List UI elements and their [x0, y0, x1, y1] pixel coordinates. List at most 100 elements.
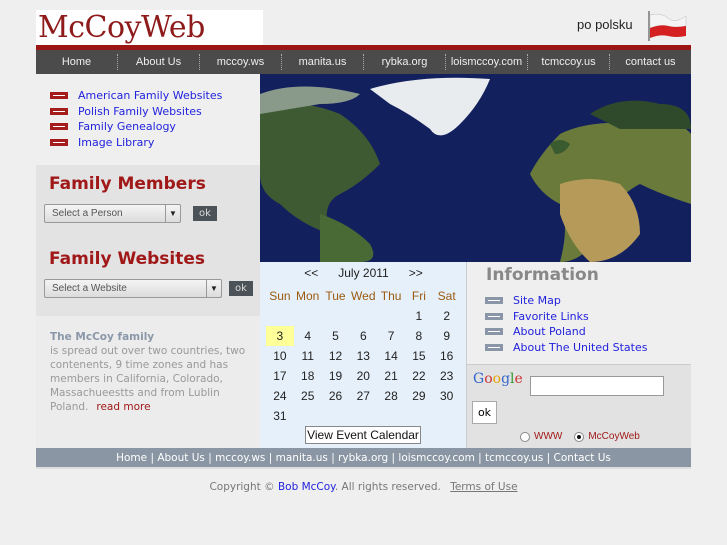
radio-label-www: WWW — [534, 431, 563, 442]
calendar-day[interactable]: 23 — [433, 366, 461, 386]
select-value: Select a Website — [52, 283, 127, 294]
calendar-day[interactable]: 12 — [322, 346, 350, 366]
nav-tcmccoy-us[interactable]: tcmccoy.us — [527, 54, 609, 70]
calendar-day[interactable]: 24 — [266, 386, 294, 406]
separator: | — [327, 452, 339, 464]
separator: | — [474, 452, 486, 464]
about-blurb: The McCoy family is spread out over two … — [36, 316, 260, 448]
footer-link[interactable]: tcmccoy.us — [485, 452, 543, 464]
link-label: Family Genealogy — [78, 120, 176, 134]
search-scope: WWW McCoyWeb — [520, 431, 640, 442]
calendar-header: << July 2011 >> — [260, 266, 467, 280]
weekday-header: Sun — [269, 289, 291, 303]
footer-link[interactable]: manita.us — [276, 452, 328, 464]
calendar-day[interactable]: 10 — [266, 346, 294, 366]
nav-contact-us[interactable]: contact us — [609, 54, 691, 70]
empty-cell — [377, 306, 405, 326]
next-month-button[interactable]: >> — [409, 266, 423, 280]
read-more-link[interactable]: read more — [96, 401, 150, 413]
nav-home[interactable]: Home — [36, 54, 117, 70]
link-polish-family[interactable]: Polish Family Websites — [50, 104, 260, 120]
radio-mccoyweb[interactable] — [574, 431, 585, 442]
terms-link[interactable]: Terms of Use — [450, 481, 517, 493]
link-label: About The United States — [513, 340, 648, 354]
calendar-day[interactable]: 22 — [405, 366, 433, 386]
separator: | — [147, 452, 158, 464]
calendar-day[interactable]: 28 — [377, 386, 405, 406]
link-favorite-links[interactable]: Favorite Links — [485, 309, 647, 325]
owner-link[interactable]: Bob McCoy — [278, 481, 335, 493]
calendar-day[interactable]: 30 — [433, 386, 461, 406]
person-ok-button[interactable]: ok — [193, 206, 217, 221]
footer-link[interactable]: Contact Us — [554, 452, 611, 464]
search-ok-button[interactable]: ok — [472, 401, 497, 424]
calendar-day[interactable]: 19 — [322, 366, 350, 386]
polish-flag-icon[interactable] — [646, 10, 688, 42]
weekday-header: Wed — [351, 289, 376, 303]
calendar-day[interactable]: 31 — [266, 406, 294, 426]
link-site-map[interactable]: Site Map — [485, 293, 647, 309]
link-label: Image Library — [78, 135, 155, 149]
link-american-family[interactable]: American Family Websites — [50, 88, 260, 104]
link-label: American Family Websites — [78, 89, 223, 103]
view-event-calendar-button[interactable]: View Event Calendar — [305, 426, 421, 444]
calendar-day[interactable]: 3 — [266, 326, 294, 346]
calendar-day[interactable]: 29 — [405, 386, 433, 406]
nav-about-us[interactable]: About Us — [117, 54, 199, 70]
link-label: Polish Family Websites — [78, 104, 202, 118]
weekday-header: Fri — [411, 289, 426, 303]
link-image-library[interactable]: Image Library — [50, 135, 260, 151]
radio-label-mccoyweb: McCoyWeb — [588, 431, 640, 442]
weekday-header: Thu — [380, 289, 402, 303]
footer-link[interactable]: rybka.org — [338, 452, 388, 464]
nav-manita-us[interactable]: manita.us — [281, 54, 363, 70]
quick-links: American Family Websites Polish Family W… — [36, 74, 260, 165]
calendar-day[interactable]: 27 — [349, 386, 377, 406]
calendar-day[interactable]: 2 — [433, 306, 461, 326]
calendar-day[interactable]: 13 — [349, 346, 377, 366]
calendar-day[interactable]: 14 — [377, 346, 405, 366]
calendar-day[interactable]: 6 — [349, 326, 377, 346]
radio-www[interactable] — [520, 431, 530, 442]
calendar-day[interactable]: 17 — [266, 366, 294, 386]
calendar-day[interactable]: 11 — [294, 346, 322, 366]
link-about-poland[interactable]: About Poland — [485, 324, 647, 340]
calendar-day[interactable]: 9 — [433, 326, 461, 346]
calendar-day[interactable]: 26 — [322, 386, 350, 406]
calendar-day[interactable]: 20 — [349, 366, 377, 386]
calendar-day[interactable]: 4 — [294, 326, 322, 346]
calendar-day[interactable]: 1 — [405, 306, 433, 326]
footer-link[interactable]: Home — [116, 452, 147, 464]
footer-link[interactable]: About Us — [157, 452, 205, 464]
event-calendar: << July 2011 >> Sun Mon Tue Wed Thu Fri Sat 1 2 3 4 5… — [260, 262, 467, 448]
calendar-day[interactable]: 16 — [433, 346, 461, 366]
nav-loismccoy-com[interactable]: loismccoy.com — [445, 54, 527, 70]
person-select[interactable]: Select a Person ▼ — [44, 204, 181, 223]
empty-cell — [322, 306, 350, 326]
footer-link[interactable]: loismccoy.com — [398, 452, 474, 464]
link-genealogy[interactable]: Family Genealogy — [50, 119, 260, 135]
site-logo[interactable]: McCoyWeb — [36, 10, 263, 45]
select-value: Select a Person — [52, 208, 123, 219]
language-link[interactable]: po polsku — [577, 17, 633, 32]
website-select[interactable]: Select a Website ▼ — [44, 279, 222, 298]
footer-nav: Home | About Us | mccoy.ws | manita.us |… — [36, 448, 691, 469]
calendar-day[interactable]: 21 — [377, 366, 405, 386]
calendar-day[interactable]: 18 — [294, 366, 322, 386]
arrow-icon — [485, 312, 503, 320]
world-map-image — [260, 74, 691, 262]
search-input[interactable] — [530, 376, 664, 396]
calendar-day[interactable]: 7 — [377, 326, 405, 346]
nav-mccoy-ws[interactable]: mccoy.ws — [199, 54, 281, 70]
website-ok-button[interactable]: ok — [229, 281, 253, 296]
footer-link[interactable]: mccoy.ws — [215, 452, 265, 464]
link-about-us-states[interactable]: About The United States — [485, 340, 647, 356]
nav-rybka-org[interactable]: rybka.org — [363, 54, 445, 70]
prev-month-button[interactable]: << — [304, 266, 318, 280]
family-websites-title: Family Websites — [49, 249, 206, 269]
calendar-day[interactable]: 15 — [405, 346, 433, 366]
calendar-day[interactable]: 25 — [294, 386, 322, 406]
calendar-grid: Sun Mon Tue Wed Thu Fri Sat 1 2 3 4 5 6 7 8 9 10 11 12 13 14… — [266, 286, 461, 426]
calendar-day[interactable]: 8 — [405, 326, 433, 346]
calendar-day[interactable]: 5 — [322, 326, 350, 346]
